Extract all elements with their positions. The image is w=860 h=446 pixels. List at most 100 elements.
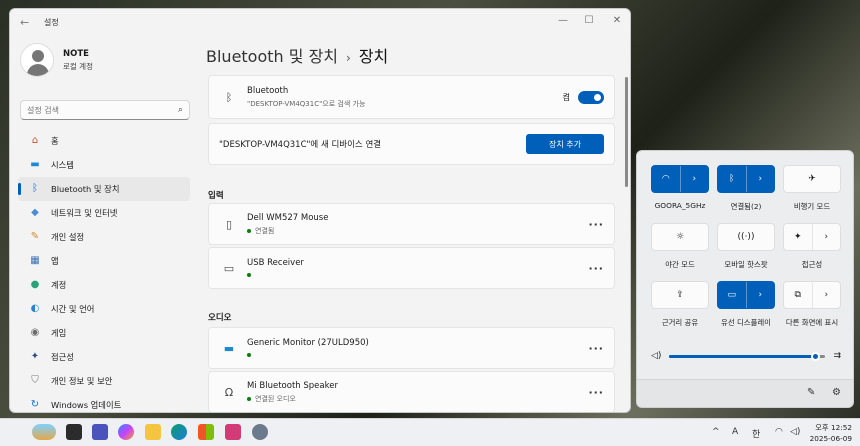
quick-tile[interactable]: ▭ › (717, 281, 775, 309)
clock[interactable]: 오후 12:52 2025-06-09 (808, 422, 852, 444)
volume-slider[interactable]: ◁) ⇉ (651, 349, 841, 363)
wifi-tray-icon[interactable]: ◠ (775, 427, 783, 437)
page-title: 장치 (358, 47, 389, 66)
sidebar-item[interactable]: ✦ 접근성 (18, 345, 190, 369)
minimize-button[interactable]: — (550, 13, 576, 29)
chevron-right-icon[interactable]: › (811, 224, 841, 250)
file-explorer-icon[interactable] (145, 424, 161, 440)
quick-tile[interactable]: ✦ › (783, 223, 841, 251)
input-section-heading: 입력 (208, 191, 224, 201)
photos-icon[interactable] (225, 424, 241, 440)
quick-tile[interactable]: ((·)) (717, 223, 775, 251)
volume-tray-icon[interactable]: ◁) (790, 427, 800, 437)
close-button[interactable]: ✕ (604, 13, 630, 29)
device-row[interactable]: ▯ Dell WM527 Mouse 연결됨 ··· (208, 203, 615, 245)
add-device-text: "DESKTOP-VM4Q31C"에 새 디바이스 연결 (219, 140, 382, 150)
time-language-icon: ◐ (30, 303, 40, 314)
show-hidden-icons-button[interactable]: ^ (712, 427, 720, 437)
quick-tile[interactable]: ◠ › (651, 165, 709, 193)
speaker-icon[interactable]: ◁) (651, 351, 661, 361)
more-options-button[interactable]: ··· (588, 386, 604, 399)
maximize-button[interactable]: ☐ (576, 13, 602, 29)
sidebar-item[interactable]: ⌂ 홈 (18, 129, 190, 153)
bluetooth-toggle[interactable] (578, 90, 604, 104)
brightness-icon[interactable]: ☼ (652, 224, 708, 250)
chevron-right-icon[interactable]: › (745, 166, 775, 192)
search-icon[interactable]: ⌕ (178, 105, 183, 115)
bluetooth-icon[interactable]: ᛒ (718, 166, 746, 192)
quick-tile-label: 모바일 핫스팟 (724, 260, 768, 269)
sidebar-item[interactable]: ᛒ Bluetooth 및 장치 (18, 177, 190, 201)
copilot-icon[interactable] (118, 424, 134, 440)
audio-section-heading: 오디오 (208, 313, 232, 323)
quick-settings-footer: ✎ ⚙ (637, 379, 853, 407)
chevron-right-icon[interactable]: › (679, 166, 709, 192)
sidebar-item[interactable]: ▬ 시스템 (18, 153, 190, 177)
ime-mode-a[interactable]: A (732, 427, 738, 437)
sidebar-item[interactable]: ⛉ 개인 정보 및 보안 (18, 369, 190, 393)
hotspot-icon[interactable]: ((·)) (718, 224, 774, 250)
back-arrow-icon[interactable]: ← (20, 16, 36, 29)
edit-pencil-icon[interactable]: ✎ (807, 387, 815, 398)
sidebar-item-label: 앱 (51, 256, 59, 266)
device-name: Generic Monitor (27ULD950) (247, 337, 369, 348)
device-row[interactable]: ▭ USB Receiver ··· (208, 247, 615, 289)
quick-tile[interactable]: ☼ (651, 223, 709, 251)
sidebar-item[interactable]: ▦ 앱 (18, 249, 190, 273)
breadcrumb-separator: › (346, 51, 351, 65)
breadcrumb-parent[interactable]: Bluetooth 및 장치 (206, 47, 338, 66)
apps-icon: ▦ (30, 255, 40, 266)
quick-tile-label: 다른 화면에 표시 (785, 318, 839, 327)
edge-icon[interactable] (171, 424, 187, 440)
device-name: Mi Bluetooth Speaker (247, 380, 338, 391)
quick-tile[interactable]: ⧉ › (783, 281, 841, 309)
clock-time: 오후 12:52 (815, 423, 852, 432)
nearby-share-icon[interactable]: ⇪ (652, 282, 708, 308)
volume-track[interactable] (669, 351, 826, 361)
chevron-right-icon[interactable]: › (811, 282, 841, 308)
system-icon: ▬ (30, 159, 40, 170)
quick-tile-label: 유선 디스플레이 (721, 318, 771, 327)
ime-mode-han[interactable]: 한 (752, 427, 760, 440)
sidebar-item[interactable]: ◆ 네트워크 및 인터넷 (18, 201, 190, 225)
more-options-button[interactable]: ··· (588, 262, 604, 275)
task-view-icon[interactable] (66, 424, 82, 440)
cast-icon[interactable]: ▭ (718, 282, 746, 308)
teams-icon[interactable] (92, 424, 108, 440)
settings-app-icon[interactable] (252, 424, 268, 440)
volume-knob[interactable] (810, 351, 820, 361)
weather-widget-icon[interactable] (32, 424, 56, 440)
settings-window: ← 설정 NOTE 로컬 계정 ⌕ ⌂홈▬시스템ᛒBluetooth 및 장치◆… (9, 8, 631, 413)
sidebar-item[interactable]: ✎ 개인 설정 (18, 225, 190, 249)
more-options-button[interactable]: ··· (588, 342, 604, 355)
user-profile[interactable]: NOTE 로컬 계정 (20, 43, 93, 77)
accessibility-icon[interactable]: ✦ (784, 224, 812, 250)
sidebar-item-label: Bluetooth 및 장치 (51, 184, 120, 194)
quick-tile[interactable]: ✈ (783, 165, 841, 193)
project-icon[interactable]: ⧉ (784, 282, 812, 308)
wifi-icon[interactable]: ◠ (652, 166, 680, 192)
chevron-right-icon[interactable]: › (745, 282, 775, 308)
quick-tile-label: 야간 모드 (665, 260, 695, 269)
search-box[interactable]: ⌕ (20, 100, 190, 120)
search-input[interactable] (27, 105, 178, 115)
quick-tile[interactable]: ⇪ (651, 281, 709, 309)
headphones-icon: Ω (224, 385, 234, 399)
bluetooth-subtitle: "DESKTOP-VM4Q31C"으로 검색 가능 (247, 99, 366, 108)
airplane-icon[interactable]: ✈ (784, 166, 840, 192)
device-row[interactable]: Ω Mi Bluetooth Speaker 연결된 오디오 ··· (208, 371, 615, 412)
settings-gear-icon[interactable]: ⚙ (832, 387, 841, 398)
scrollbar[interactable] (625, 77, 628, 187)
store-icon[interactable] (198, 424, 214, 440)
device-status: 연결됨 (255, 226, 275, 235)
quick-tile[interactable]: ᛒ › (717, 165, 775, 193)
sidebar-item[interactable]: ● 계정 (18, 273, 190, 297)
device-row[interactable]: ▬ Generic Monitor (27ULD950) ··· (208, 327, 615, 369)
audio-output-icon[interactable]: ⇉ (833, 351, 841, 361)
sidebar-item[interactable]: ◐ 시간 및 언어 (18, 297, 190, 321)
sidebar-item[interactable]: ↻ Windows 업데이트 (18, 393, 190, 412)
nav-list: ⌂ 홈 ▬ 시스템 ᛒ Bluetooth 및 장치 ◆ 네트워크 및 인터넷 ✎ 개인 설정 ▦ 앱… (18, 129, 190, 412)
more-options-button[interactable]: ··· (588, 218, 604, 231)
add-device-button[interactable]: 장치 추가 (526, 134, 604, 154)
sidebar-item[interactable]: ◉ 게임 (18, 321, 190, 345)
